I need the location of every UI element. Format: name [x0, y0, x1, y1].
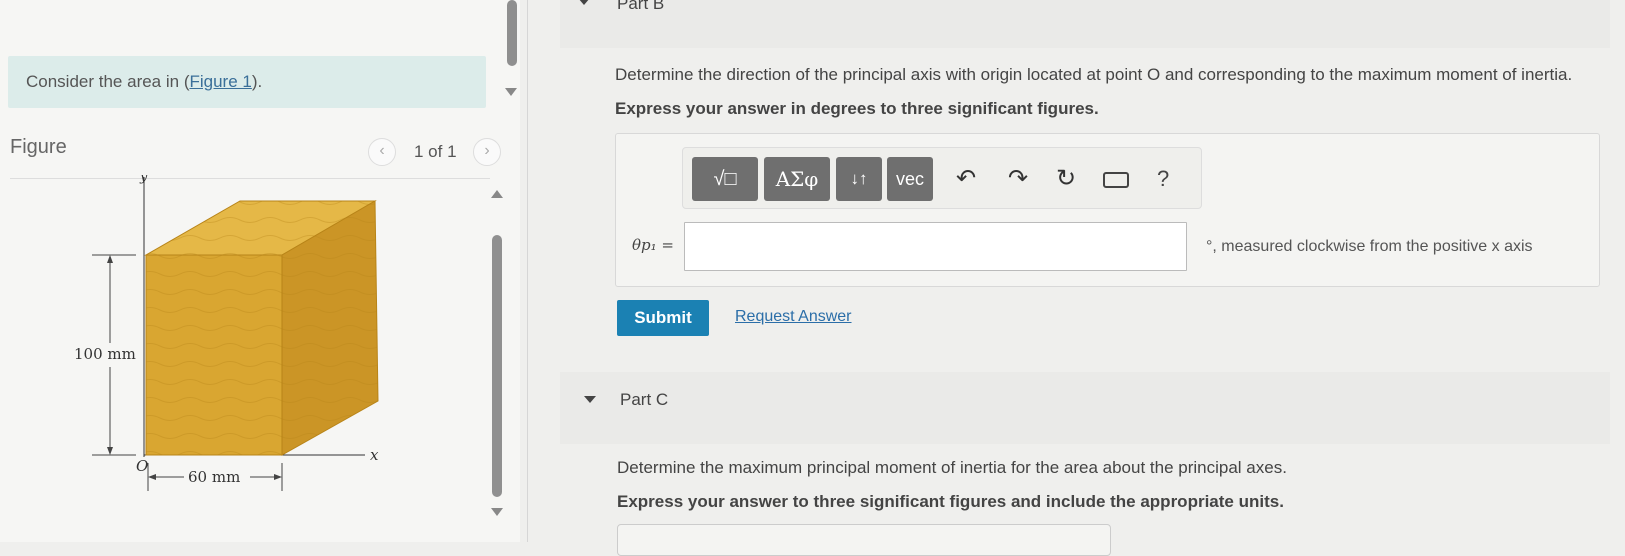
- vector-button[interactable]: vec: [887, 157, 933, 201]
- part-c-title[interactable]: Part C: [620, 390, 668, 410]
- figure-scroll-down-arrow-icon[interactable]: [491, 508, 503, 516]
- part-c-header[interactable]: [560, 372, 1610, 444]
- x-axis-label: x: [370, 446, 379, 464]
- undo-icon[interactable]: ↶: [951, 164, 981, 193]
- height-dimension-label: 100 mm: [74, 345, 136, 363]
- theta-variable-label: θp₁ =: [632, 236, 674, 254]
- part-b-header[interactable]: [560, 0, 1610, 48]
- greek-symbols-button[interactable]: ΑΣφ: [764, 157, 830, 201]
- part-b-title[interactable]: Part B: [617, 0, 664, 14]
- collapse-chevron-icon[interactable]: [584, 396, 596, 403]
- submit-button[interactable]: Submit: [617, 300, 709, 336]
- previous-figure-button[interactable]: ‹: [368, 138, 396, 166]
- part-b-question: Determine the direction of the principal…: [615, 65, 1573, 84]
- answer-input[interactable]: [684, 222, 1187, 271]
- request-answer-link[interactable]: Request Answer: [735, 308, 852, 326]
- reset-icon[interactable]: ↻: [1051, 164, 1081, 193]
- figure-scrollbar-thumb[interactable]: [492, 235, 502, 497]
- y-axis-label: y: [139, 175, 148, 185]
- keyboard-icon[interactable]: [1103, 172, 1129, 188]
- figure-wood-block: y x 100 mm O 60 mm: [74, 175, 379, 491]
- unit-text: °, measured clockwise from the positive …: [1206, 238, 1533, 255]
- part-c-question: Determine the maximum principal moment o…: [617, 458, 1287, 477]
- pane-divider: [527, 0, 528, 542]
- figure-scroll-up-arrow-icon[interactable]: [491, 190, 503, 198]
- figure-heading: Figure: [10, 136, 67, 158]
- arrows-button[interactable]: ↓↑: [836, 157, 882, 201]
- part-b-instruction: Express your answer in degrees to three …: [615, 99, 1099, 118]
- intro-text-box: Consider the area in (Figure 1).: [8, 56, 486, 108]
- figure-counter: 1 of 1: [414, 142, 457, 161]
- page-scrollbar-thumb[interactable]: [507, 0, 517, 66]
- figure-link[interactable]: Figure 1: [189, 72, 251, 91]
- redo-icon[interactable]: ↷: [1003, 164, 1033, 193]
- width-dimension-label: 60 mm: [188, 468, 240, 486]
- origin-label: O: [136, 457, 148, 475]
- intro-prefix: Consider the area in (: [26, 72, 190, 91]
- part-c-answer-box: [617, 524, 1111, 556]
- scroll-down-arrow-icon[interactable]: [505, 88, 517, 96]
- collapse-chevron-icon[interactable]: [578, 0, 590, 5]
- next-figure-button[interactable]: ›: [473, 138, 501, 166]
- templates-button[interactable]: √□: [692, 157, 758, 201]
- part-c-instruction: Express your answer to three significant…: [617, 492, 1284, 511]
- help-icon[interactable]: ?: [1157, 166, 1169, 192]
- intro-suffix: ).: [251, 72, 263, 91]
